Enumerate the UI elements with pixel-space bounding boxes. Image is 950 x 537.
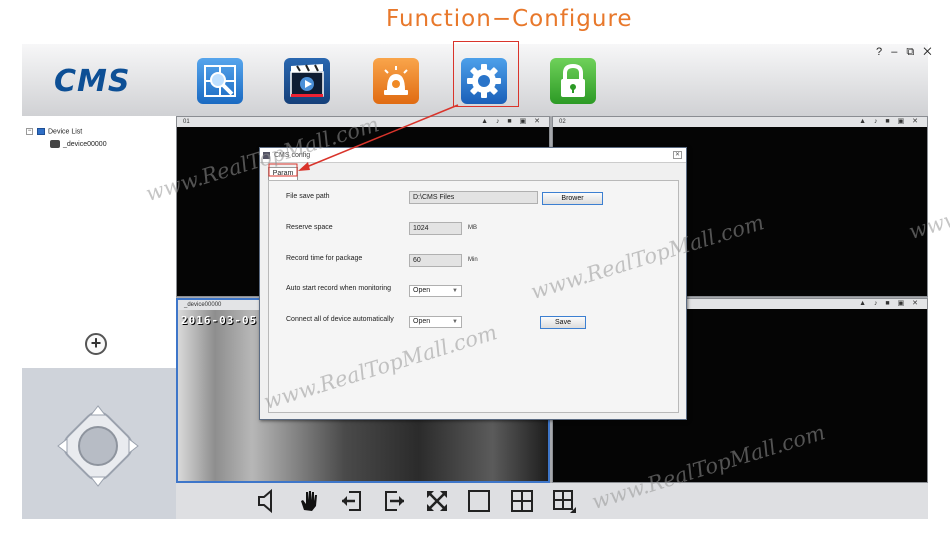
record-time-field[interactable]: 60 xyxy=(409,254,462,267)
alarm-button[interactable] xyxy=(373,58,419,104)
video-icon xyxy=(290,64,324,97)
pane-toolbar-icons[interactable]: ▲ ♪ ■ ▣ ✕ xyxy=(859,299,921,309)
window-controls: ? – ⧉ ✕ xyxy=(876,46,935,59)
tree-item-device[interactable]: _device00000 xyxy=(50,140,107,148)
pane-header: 02 ▲ ♪ ■ ▣ ✕ xyxy=(553,117,927,127)
add-device-button[interactable]: + xyxy=(85,333,107,355)
auto-connect-select[interactable]: Open ▼ xyxy=(409,316,462,328)
save-path-field[interactable]: D:\CMS Files xyxy=(409,191,538,204)
chevron-down-icon: ▼ xyxy=(452,319,458,325)
collapse-icon[interactable]: − xyxy=(26,128,33,135)
volume-icon[interactable] xyxy=(254,488,280,514)
tree-item-label: _device00000 xyxy=(63,140,107,148)
chevron-down-icon: ▼ xyxy=(452,288,458,294)
main-toolbar: CMS ? – ⧉ ✕ xyxy=(22,41,932,116)
export-icon[interactable] xyxy=(381,488,407,514)
quad-view-icon[interactable] xyxy=(509,488,535,514)
reserve-space-field[interactable]: 1024 xyxy=(409,222,462,235)
close-icon[interactable]: ✕ xyxy=(923,46,934,58)
pan-up-icon xyxy=(89,405,107,416)
pane-toolbar-icons[interactable]: ▲ ♪ ■ ▣ ✕ xyxy=(481,117,543,127)
headline-function-configure: Function−Configure xyxy=(386,6,633,32)
camera-timestamp: 2016-03-05 xyxy=(181,314,258,327)
import-icon[interactable] xyxy=(339,488,365,514)
fullscreen-icon[interactable] xyxy=(424,488,450,514)
auto-connect-value: Open xyxy=(413,318,431,325)
auto-record-select[interactable]: Open ▼ xyxy=(409,285,462,297)
reserve-space-label: Reserve space xyxy=(286,224,333,231)
alarm-icon xyxy=(384,66,408,95)
record-time-unit: Min xyxy=(468,257,478,263)
ptz-panel xyxy=(22,368,176,519)
hand-icon[interactable] xyxy=(296,488,322,514)
save-button[interactable]: Save xyxy=(540,316,586,329)
pan-right-icon xyxy=(128,437,139,455)
reserve-unit: MB xyxy=(468,225,477,231)
restore-icon[interactable]: ⧉ xyxy=(906,46,917,58)
ptz-direction-pad[interactable] xyxy=(50,398,146,494)
search-icon xyxy=(204,65,236,97)
pane-toolbar-icons[interactable]: ▲ ♪ ■ ▣ ✕ xyxy=(859,117,921,127)
pan-down-icon xyxy=(89,476,107,487)
auto-connect-label: Connect all of device automatically xyxy=(286,316,394,323)
tree-root-label: Device List xyxy=(48,128,83,136)
lock-icon xyxy=(561,63,585,97)
cms-logo: CMS xyxy=(54,64,131,99)
playback-button[interactable] xyxy=(284,58,330,104)
tree-root-device-list[interactable]: − Device List xyxy=(26,128,82,135)
camera-icon xyxy=(50,140,60,148)
close-icon[interactable]: ✕ xyxy=(673,151,682,159)
device-list-icon xyxy=(37,128,45,135)
pane-label: 02 xyxy=(559,119,566,125)
config-highlight-box xyxy=(453,41,519,107)
pan-left-icon xyxy=(57,437,68,455)
single-view-icon[interactable] xyxy=(466,488,492,514)
tab-param[interactable]: Param xyxy=(268,167,298,180)
lock-button[interactable] xyxy=(550,58,596,104)
multi-view-icon[interactable] xyxy=(551,488,577,514)
auto-record-label: Auto start record when monitoring xyxy=(286,285,392,292)
record-time-label: Record time for package xyxy=(286,255,363,262)
save-path-label: File save path xyxy=(286,193,330,200)
screenshot-page: Function−Configure CMS ? – ⧉ ✕ − Device … xyxy=(0,0,950,537)
pane-label: _device00000 xyxy=(184,302,222,308)
pane-label: 01 xyxy=(183,119,190,125)
help-icon[interactable]: ? xyxy=(876,46,885,58)
bottom-toolbar xyxy=(176,483,928,519)
browse-button[interactable]: Brower xyxy=(542,192,603,205)
auto-record-value: Open xyxy=(413,287,431,294)
device-tree-panel: − Device List _device00000 + xyxy=(22,116,176,368)
search-device-button[interactable] xyxy=(197,58,243,104)
minimize-icon[interactable]: – xyxy=(891,46,900,58)
